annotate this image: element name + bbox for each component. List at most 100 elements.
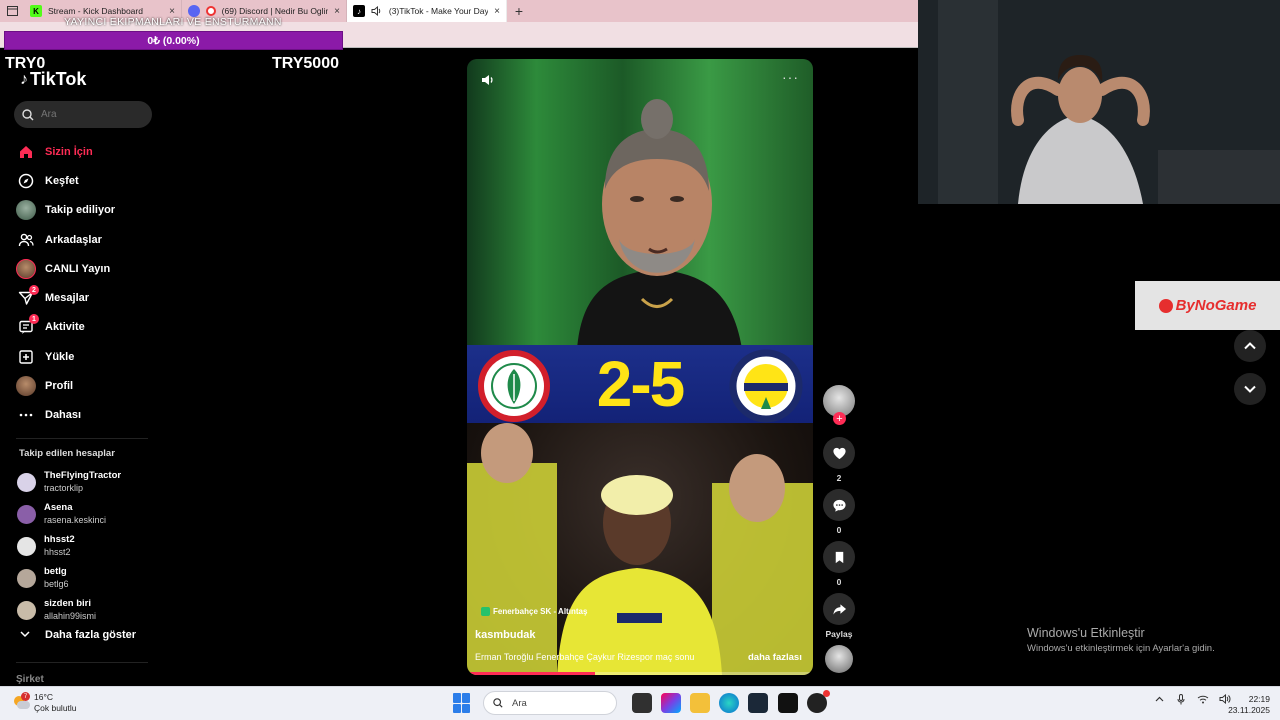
nav-label: Mesajlar	[45, 292, 90, 305]
share-button[interactable]	[823, 593, 855, 625]
start-button[interactable]	[453, 693, 473, 713]
speaker-icon[interactable]	[371, 5, 383, 17]
messages-badge: 2	[29, 285, 39, 296]
comment-count: 0	[836, 525, 842, 535]
following-account[interactable]: sizden biri allahin99ismi	[17, 594, 157, 626]
inbox-icon: 1	[16, 314, 39, 337]
nav-upload[interactable]: Yükle	[16, 342, 156, 371]
close-tab-icon[interactable]: ×	[488, 6, 500, 17]
close-tab-icon[interactable]: ×	[163, 6, 175, 17]
nav-messages[interactable]: 2 Mesajlar	[16, 283, 156, 312]
save-button[interactable]	[823, 541, 855, 573]
weather-badge: 7	[21, 692, 30, 701]
tiktok-logo[interactable]: ♪ TikTok	[20, 69, 86, 90]
nav-live[interactable]: CANLI Yayın	[16, 254, 156, 283]
wifi-icon[interactable]	[1196, 692, 1210, 706]
video-tag[interactable]: Fenerbahçe SK - Altıntaş	[481, 607, 587, 616]
tab-title: (3)TikTok - Make Your Day	[388, 6, 489, 16]
copilot-icon[interactable]	[660, 693, 681, 713]
avatar	[16, 200, 36, 221]
webcam-feed	[918, 0, 1280, 204]
taskbar-search[interactable]: Ara	[483, 691, 617, 715]
video-progress-bar[interactable]	[467, 672, 813, 675]
share-label: Paylaş	[825, 629, 853, 639]
search-box[interactable]	[14, 101, 152, 128]
nav-label: Keşfet	[45, 174, 79, 187]
divider	[16, 438, 148, 439]
follow-plus-icon[interactable]: +	[833, 412, 846, 425]
avatar	[16, 258, 36, 279]
nav-following[interactable]: Takip ediliyor	[16, 196, 156, 225]
divider	[16, 662, 148, 663]
next-video-button[interactable]	[1234, 373, 1266, 405]
show-more-button[interactable]: Daha fazla göster	[20, 629, 136, 641]
task-view-icon[interactable]	[631, 693, 652, 713]
streamer-image	[918, 0, 1280, 204]
video-player[interactable]: 2-5 ··· Fenerbahçe SK - Altıntaş kasmbud…	[467, 59, 813, 675]
tab-actions-icon[interactable]	[0, 0, 24, 22]
tab-title: (69) Discord | Nedir Bu Oglin	[221, 6, 329, 16]
video-studio-frame	[467, 59, 813, 349]
music-disc-avatar[interactable]	[825, 645, 853, 673]
nav-label: Yükle	[45, 350, 75, 363]
clock[interactable]: 22:19 23.11.2025	[1226, 694, 1270, 716]
nav-label: Arkadaşlar	[45, 233, 102, 246]
goal-target-amount: TRY5000	[272, 55, 339, 72]
comment-button[interactable]	[823, 489, 855, 521]
previous-video-button[interactable]	[1234, 330, 1266, 362]
nav-explore[interactable]: Keşfet	[16, 166, 156, 195]
weather-desc: Çok bulutlu	[34, 703, 77, 713]
search-input[interactable]	[41, 109, 141, 120]
share-icon	[832, 603, 846, 615]
search-icon	[22, 108, 34, 120]
send-icon: 2	[16, 285, 39, 308]
following-list: TheFlyingTractor tractorklip Asena rasena.k…	[17, 466, 157, 626]
tab-tiktok[interactable]: ♪ (3)TikTok - Make Your Day ×	[347, 0, 507, 22]
following-account[interactable]: Asena rasena.keskinci	[17, 498, 157, 530]
following-account[interactable]: hhsst2 hhsst2	[17, 530, 157, 562]
friends-icon	[16, 230, 36, 250]
microphone-icon[interactable]	[1174, 692, 1188, 706]
sponsor-banner: ByNoGame	[1135, 281, 1280, 330]
chevron-down-icon	[1244, 385, 1256, 393]
nav-more[interactable]: Dahası	[16, 401, 156, 430]
bookmark-icon	[835, 551, 843, 563]
close-tab-icon[interactable]: ×	[328, 6, 340, 17]
activation-subtitle: Windows'u etkinleştirmek için Ayarlar'a …	[1027, 643, 1215, 654]
steam-icon[interactable]	[748, 693, 769, 713]
new-tab-button[interactable]: +	[507, 3, 531, 19]
account-handle: hhsst2	[44, 547, 71, 557]
goal-progress-bar: 0₺ (0.00%)	[4, 31, 343, 50]
system-tray	[1148, 692, 1236, 706]
see-more-link[interactable]: daha fazlası	[748, 652, 802, 663]
nav-activity[interactable]: 1 Aktivite	[16, 313, 156, 342]
chevron-down-icon	[20, 630, 32, 641]
following-account[interactable]: TheFlyingTractor tractorklip	[17, 466, 157, 498]
taskbar-apps: Ara	[453, 690, 831, 715]
goal-title: YAYINCI EKIPMANLARI VE ENSTURMANN	[64, 16, 282, 28]
compass-icon	[16, 171, 36, 191]
volume-icon[interactable]	[481, 73, 495, 87]
following-account[interactable]: betlg betlg6	[17, 562, 157, 594]
video-progress-fill	[467, 672, 596, 675]
edge-icon[interactable]	[719, 693, 740, 713]
file-explorer-icon[interactable]	[689, 693, 710, 713]
more-options-icon[interactable]: ···	[782, 69, 799, 85]
terminal-icon[interactable]	[777, 693, 798, 713]
show-more-label: Daha fazla göster	[45, 629, 137, 641]
account-name: Asena	[44, 502, 73, 513]
weather-widget[interactable]: 7 16°C Çok bulutlu	[12, 692, 77, 714]
home-icon	[16, 142, 36, 162]
nav-label: Profil	[45, 380, 74, 393]
tab-title: Stream - Kick Dashboard	[48, 6, 143, 16]
obs-icon[interactable]	[806, 690, 830, 713]
nav-for-you[interactable]: Sizin İçin	[16, 137, 156, 166]
company-link[interactable]: Şirket	[16, 674, 44, 685]
nav-profile[interactable]: Profil	[16, 371, 156, 400]
windows-activation-watermark: Windows'u Etkinleştir Windows'u etkinleş…	[1027, 626, 1215, 654]
nav-friends[interactable]: Arkadaşlar	[16, 225, 156, 254]
like-button[interactable]	[823, 437, 855, 469]
chevron-up-icon[interactable]	[1152, 692, 1166, 706]
video-username[interactable]: kasmbudak	[475, 629, 536, 641]
like-count: 2	[836, 473, 842, 483]
